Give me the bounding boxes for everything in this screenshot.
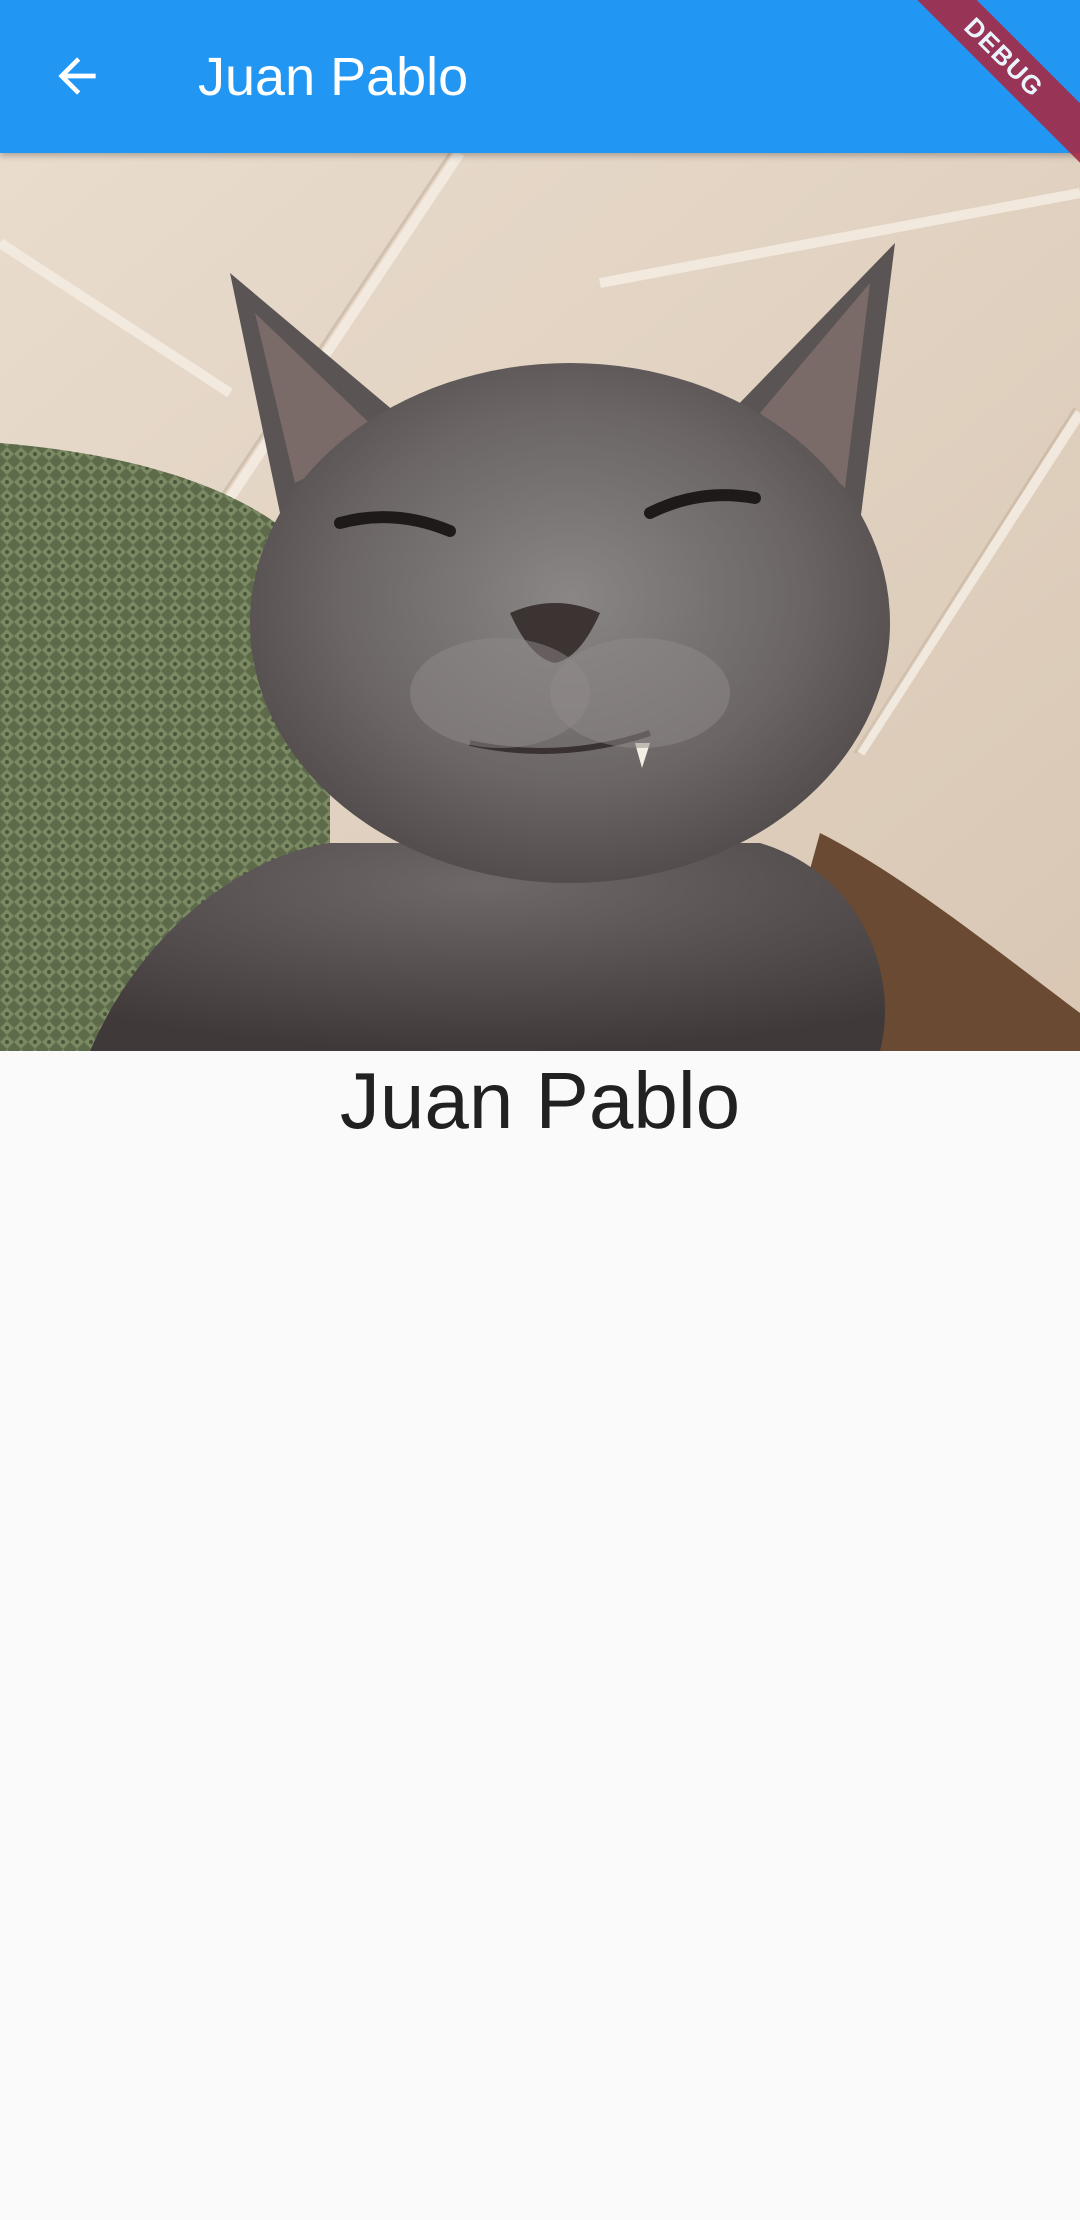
app-screen: Juan Pablo DEBUG Juan Pablo [0,0,1080,2220]
profile-name: Juan Pablo [339,1056,741,1145]
arrow-back-icon [58,57,96,95]
app-bar-title: Juan Pablo [198,47,469,107]
app-bar: Juan Pablo [0,0,1080,153]
profile-photo [0,153,1080,1051]
back-button[interactable] [37,32,117,120]
